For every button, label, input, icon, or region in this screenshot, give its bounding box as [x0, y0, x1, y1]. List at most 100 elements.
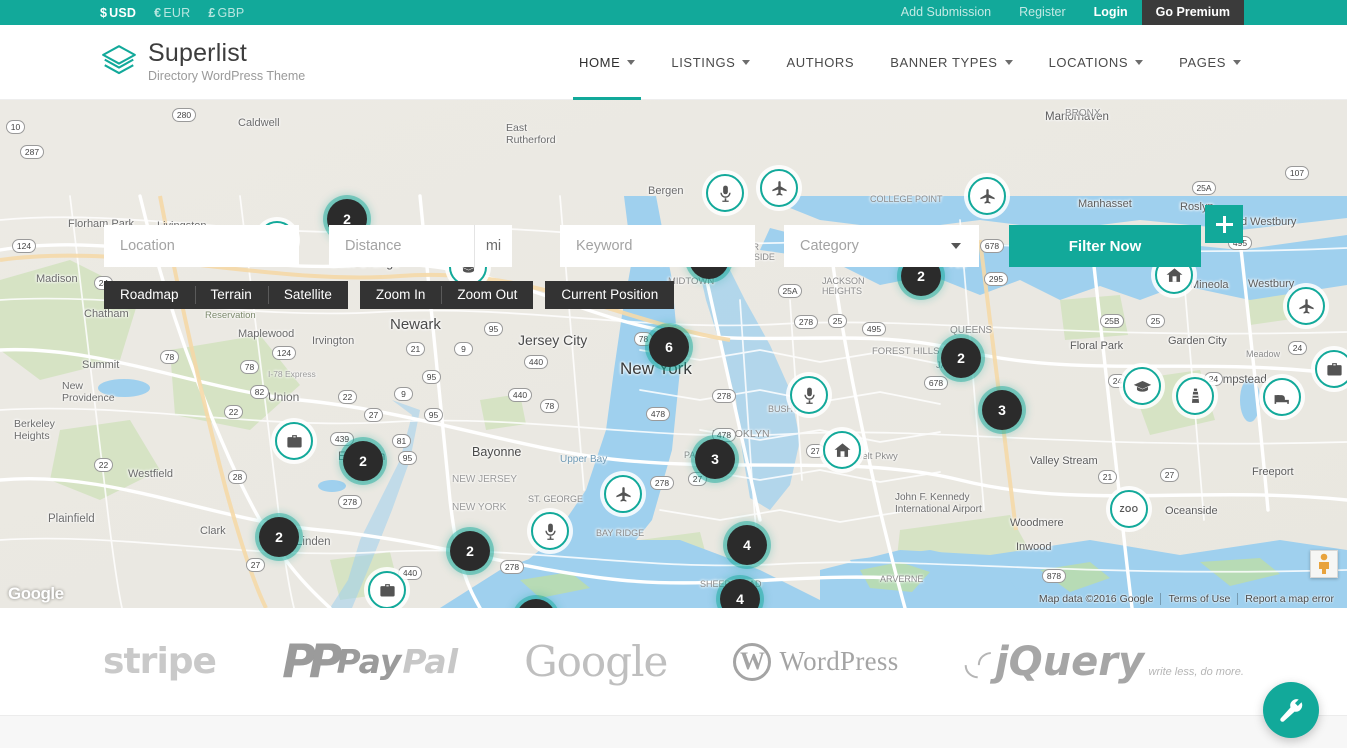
map-route-shield: 78 — [240, 360, 259, 374]
map-route-shield: 27 — [246, 558, 265, 572]
map-cluster-marker[interactable]: 2 — [941, 338, 981, 378]
wordpress-logo[interactable]: W WordPress — [733, 642, 899, 681]
map-btn-terrain[interactable]: Terrain — [194, 281, 268, 309]
map-btn-zoom-in[interactable]: Zoom In — [360, 281, 442, 309]
lighthouse-icon — [1176, 377, 1214, 415]
map-place-label: Berkeley Heights — [14, 418, 55, 443]
jquery-arc-icon: ◟◜ — [964, 643, 991, 682]
jquery-logo[interactable]: ◟◜ jQuery write less, do more. — [964, 642, 1244, 682]
theme-settings-button[interactable] — [1263, 682, 1319, 738]
map-btn-current-position[interactable]: Current Position — [545, 281, 674, 309]
map-cluster-marker[interactable]: 4 — [727, 525, 767, 565]
map-route-shield: 9 — [394, 387, 413, 401]
cluster-count: 2 — [343, 441, 383, 481]
cluster-count: 2 — [259, 517, 299, 557]
site-header: Superlist Directory WordPress Theme HOME… — [0, 25, 1347, 100]
map-poi-marker[interactable] — [531, 512, 569, 550]
nav-item-label: PAGES — [1179, 54, 1226, 70]
top-link-add-submission[interactable]: Add Submission — [887, 0, 1005, 25]
top-link-register[interactable]: Register — [1005, 0, 1080, 25]
map-cluster-marker[interactable]: 6 — [649, 327, 689, 367]
briefcase-icon — [1315, 350, 1347, 388]
map-btn-roadmap[interactable]: Roadmap — [104, 281, 195, 309]
currency-usd[interactable]: $ USD — [100, 6, 136, 20]
nav-item-pages[interactable]: PAGES — [1161, 25, 1259, 100]
bed-icon — [1263, 378, 1301, 416]
map-poi-marker[interactable] — [823, 431, 861, 469]
nav-item-listings[interactable]: LISTINGS — [653, 25, 768, 100]
category-select[interactable]: Category — [784, 225, 979, 267]
map-attribution-item[interactable]: Report a map error — [1237, 593, 1341, 605]
map-poi-marker[interactable] — [790, 376, 828, 414]
map-poi-marker[interactable] — [368, 571, 406, 608]
airplane-icon — [968, 177, 1006, 215]
currency-switcher: $ USD € EUR £ GBP — [0, 6, 244, 20]
map-poi-marker[interactable] — [1287, 287, 1325, 325]
currency-eur[interactable]: € EUR — [154, 6, 190, 20]
nav-item-locations[interactable]: LOCATIONS — [1031, 25, 1162, 100]
map-btn-zoom-out[interactable]: Zoom Out — [441, 281, 533, 309]
map-poi-marker[interactable] — [1315, 350, 1347, 388]
map-cluster-marker[interactable]: 3 — [695, 439, 735, 479]
stripe-logo[interactable]: stripe — [103, 641, 217, 682]
map-place-label: BAY RIDGE — [596, 528, 645, 538]
chevron-down-icon — [627, 59, 636, 65]
google-logo[interactable]: Google — [524, 637, 668, 686]
go-premium-button[interactable]: Go Premium — [1141, 0, 1244, 25]
plus-icon — [1215, 215, 1233, 233]
map-cluster-marker[interactable]: 4 — [720, 579, 760, 608]
map-route-shield: 124 — [12, 239, 36, 253]
map-poi-marker[interactable] — [1123, 367, 1161, 405]
map-poi-marker[interactable] — [1176, 377, 1214, 415]
brand-logo[interactable]: Superlist Directory WordPress Theme — [0, 41, 305, 83]
currency-code: EUR — [163, 5, 191, 20]
map-cluster-marker[interactable]: 2 — [343, 441, 383, 481]
map-btn-satellite[interactable]: Satellite — [267, 281, 348, 309]
layers-icon — [100, 43, 138, 81]
map-cluster-marker[interactable]: 2 — [450, 531, 490, 571]
location-input[interactable]: Location — [104, 225, 299, 267]
map-route-shield: 22 — [224, 405, 243, 419]
map-cluster-marker[interactable]: 2 — [516, 599, 556, 608]
distance-input[interactable]: Distance — [329, 225, 474, 267]
map-cluster-marker[interactable]: 3 — [982, 390, 1022, 430]
map-cluster-marker[interactable]: 2 — [259, 517, 299, 557]
briefcase-icon — [368, 571, 406, 608]
map-poi-marker[interactable]: ZOO — [1110, 490, 1148, 528]
top-link-login[interactable]: Login — [1080, 0, 1142, 25]
map-attribution-item[interactable]: Map data ©2016 Google — [1032, 593, 1161, 605]
map-poi-marker[interactable] — [275, 422, 313, 460]
paypal-logo[interactable]: PP Pay Pal — [282, 633, 458, 688]
map-poi-marker[interactable] — [760, 169, 798, 207]
map-route-shield: 287 — [20, 145, 44, 159]
map-poi-marker[interactable] — [1263, 378, 1301, 416]
map-place-label: Valley Stream — [1030, 455, 1098, 467]
chevron-down-icon — [742, 59, 751, 65]
map-route-shield: 21 — [1098, 470, 1117, 484]
nav-item-authors[interactable]: AUTHORS — [768, 25, 872, 100]
map-place-label: Maplewood — [238, 328, 295, 340]
paypal-glyph-icon: PP — [282, 633, 342, 688]
nav-item-banner-types[interactable]: BANNER TYPES — [872, 25, 1030, 100]
wordpress-logo-text: WordPress — [779, 646, 899, 676]
add-listing-button[interactable] — [1205, 205, 1243, 243]
map-region[interactable]: Caldwell Manorhaven East Rutherford BRONX Fl… — [0, 100, 1347, 608]
filter-now-button[interactable]: Filter Now — [1009, 225, 1201, 267]
map-route-shield: 124 — [272, 346, 296, 360]
map-place-label: NEW YORK — [452, 502, 507, 513]
map-poi-marker[interactable] — [604, 475, 642, 513]
currency-gbp[interactable]: £ GBP — [208, 6, 244, 20]
street-view-pegman[interactable] — [1310, 550, 1338, 578]
map-attribution-item[interactable]: Terms of Use — [1160, 593, 1237, 605]
map-route-shield: 10 — [6, 120, 25, 134]
map-place-label: Garden City — [1168, 335, 1227, 347]
nav-item-home[interactable]: HOME — [561, 25, 653, 100]
map-route-shield: 95 — [484, 322, 503, 336]
chevron-down-icon — [1135, 59, 1144, 65]
keyword-input[interactable]: Keyword — [560, 225, 755, 267]
map-poi-marker[interactable] — [968, 177, 1006, 215]
map-route-shield: 295 — [984, 272, 1008, 286]
map-poi-marker[interactable] — [706, 174, 744, 212]
nav-item-label: AUTHORS — [786, 54, 855, 70]
nav-item-label: LOCATIONS — [1048, 54, 1129, 70]
